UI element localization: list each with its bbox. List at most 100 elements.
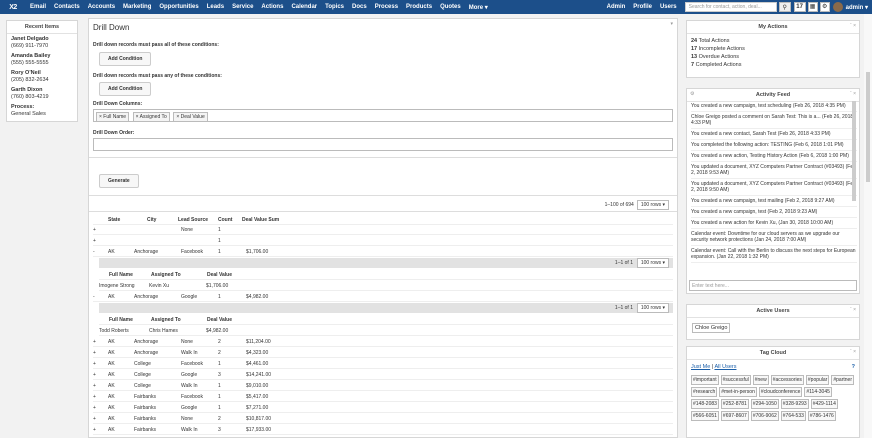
nav-item-quotes[interactable]: Quotes xyxy=(440,4,461,10)
tag-chip[interactable]: #new xyxy=(752,375,769,385)
nav-item-contacts[interactable]: Contacts xyxy=(54,4,80,10)
recent-item[interactable]: Amanda Bailey (555) 555-5555 xyxy=(7,51,77,68)
table-row[interactable]: + AK Anchorage Walk In 2 $4,323.00 xyxy=(93,348,673,358)
minimize-close-icon[interactable]: ˉ × xyxy=(850,349,856,355)
tag-chip[interactable]: #566-6051 xyxy=(691,411,719,421)
order-field[interactable] xyxy=(93,138,673,151)
table-row[interactable]: - AK Anchorage Google 1 $4,982.00 xyxy=(93,292,673,302)
global-search-input[interactable]: Search for contact, action, deal... xyxy=(684,2,777,12)
header-lead-source[interactable]: Lead Source xyxy=(178,217,208,223)
action-stat[interactable]: 13 Overdue Actions xyxy=(691,53,855,61)
tag-chip[interactable]: #met-in-person xyxy=(719,387,757,397)
subtable-rows-select[interactable]: 100 rows ▾ xyxy=(636,258,669,268)
nav-item-accounts[interactable]: Accounts xyxy=(88,4,115,10)
tag-chip[interactable]: #cloudconference xyxy=(758,387,803,397)
nav-item-process[interactable]: Process xyxy=(375,4,398,10)
expand-toggle[interactable]: - xyxy=(93,294,95,300)
feed-input[interactable]: Enter text here... xyxy=(689,280,857,291)
add-condition-any-button[interactable]: Add Condition xyxy=(99,82,152,96)
page-scrollbar[interactable] xyxy=(864,14,872,438)
tag-chip[interactable]: #328-9293 xyxy=(780,399,809,409)
nav-item-topics[interactable]: Topics xyxy=(325,4,344,10)
x2-logo[interactable]: X2 xyxy=(0,0,26,14)
minimize-close-icon[interactable]: ˉ × xyxy=(850,91,856,97)
recent-item[interactable]: Janet Delgado (669) 911-7970 xyxy=(7,34,77,51)
tag-chip[interactable]: #697-8607 xyxy=(720,411,749,421)
expand-toggle[interactable]: - xyxy=(93,249,95,255)
table-row[interactable]: - AK Anchorage Facebook 1 $1,706.00 xyxy=(93,247,673,257)
admin-link[interactable]: Admin xyxy=(607,4,626,10)
header-city[interactable]: City xyxy=(147,217,156,223)
scrollbar[interactable] xyxy=(852,101,856,201)
nav-item-actions[interactable]: Actions xyxy=(261,4,283,10)
panel-menu-icon[interactable]: ▾ xyxy=(670,21,673,27)
tag-chip[interactable]: #popular xyxy=(805,375,830,385)
active-user-chip[interactable]: Chloe Greigo xyxy=(692,323,731,333)
minimize-close-icon[interactable]: ˉ × xyxy=(850,23,856,29)
profile-link[interactable]: Profile xyxy=(633,4,652,10)
nav-item-more[interactable]: More ▾ xyxy=(469,4,488,11)
gear-icon[interactable]: ⚙ xyxy=(819,2,830,12)
expand-toggle[interactable]: + xyxy=(93,238,96,244)
rows-per-page-select[interactable]: 100 rows ▾ xyxy=(636,200,669,210)
header-deal-value-sum[interactable]: Deal Value Sum xyxy=(242,217,279,223)
just-me-link[interactable]: Just Me xyxy=(691,364,710,370)
subtable-rows-select[interactable]: 100 rows ▾ xyxy=(636,303,669,313)
tag-chip[interactable]: #research xyxy=(691,387,718,397)
expand-toggle[interactable]: + xyxy=(93,394,96,400)
avatar[interactable] xyxy=(832,2,843,12)
action-stat[interactable]: 7 Completed Actions xyxy=(691,61,855,69)
recent-item[interactable]: Process: General Sales xyxy=(7,102,77,119)
table-row[interactable]: +1 xyxy=(93,236,673,246)
tag-chip[interactable]: #429-1114 xyxy=(810,399,838,409)
subtable-header-cell[interactable]: Full Name xyxy=(109,272,133,278)
help-icon[interactable]: ? xyxy=(852,364,855,370)
tag-chip[interactable]: #114-3045 xyxy=(804,387,832,397)
users-link[interactable]: Users xyxy=(660,4,677,10)
nav-item-products[interactable]: Products xyxy=(406,4,432,10)
table-row[interactable]: + AK College Walk In 1 $9,010.00 xyxy=(93,381,673,391)
expand-toggle[interactable]: + xyxy=(93,227,96,233)
nav-item-leads[interactable]: Leads xyxy=(207,4,224,10)
calendar-icon[interactable]: ▦ xyxy=(807,2,818,12)
subtable-header-cell[interactable]: Assigned To xyxy=(151,272,181,278)
nav-item-docs[interactable]: Docs xyxy=(352,4,367,10)
tag-chip[interactable]: #294-1050 xyxy=(750,399,779,409)
all-users-link[interactable]: All Users xyxy=(714,364,736,370)
tag-chip[interactable]: #706-9062 xyxy=(750,411,779,421)
table-row[interactable]: + AK College Google 3 $14,241.00 xyxy=(93,370,673,380)
table-row[interactable]: + AK Anchorage None 2 $11,204.00 xyxy=(93,337,673,347)
tag-chip[interactable]: #148-2083 xyxy=(691,399,719,409)
nav-item-opportunities[interactable]: Opportunities xyxy=(159,4,198,10)
table-row[interactable]: + None 1 xyxy=(93,225,673,235)
column-chip-deal-value[interactable]: × Deal Value xyxy=(173,112,208,122)
notification-count[interactable]: 17 xyxy=(793,2,806,12)
expand-toggle[interactable]: + xyxy=(93,427,96,433)
subtable-header-cell[interactable]: Assigned To xyxy=(151,317,181,323)
subtable-row[interactable]: Todd Roberts Chris Hames $4,982.00 xyxy=(99,326,673,336)
recent-item[interactable]: Rory O'Neil (205) 832-2634 xyxy=(7,68,77,85)
subtable-header-cell[interactable]: Deal Value xyxy=(207,317,232,323)
recent-item[interactable]: Garth Dixon (760) 803-4219 xyxy=(7,85,77,102)
column-chip-full-name[interactable]: × Full Name xyxy=(96,112,130,122)
subtable-header-cell[interactable]: Deal Value xyxy=(207,272,232,278)
expand-toggle[interactable]: + xyxy=(93,372,96,378)
tag-chip[interactable]: #important xyxy=(691,375,719,385)
subtable-row[interactable]: Imogene Strong Kevin Xu $1,706.00 xyxy=(99,281,673,291)
table-row[interactable]: + AK Fairbanks Facebook 1 $5,417.00 xyxy=(93,392,673,402)
header-state[interactable]: State xyxy=(108,217,120,223)
action-stat[interactable]: 17 Incomplete Actions xyxy=(691,45,855,53)
subtable-header-cell[interactable]: Full Name xyxy=(109,317,133,323)
tag-chip[interactable]: #786-1476 xyxy=(807,411,836,421)
nav-item-marketing[interactable]: Marketing xyxy=(123,4,151,10)
nav-item-email[interactable]: Email xyxy=(30,4,46,10)
action-stat[interactable]: 24 Total Actions xyxy=(691,37,855,45)
nav-item-service[interactable]: Service xyxy=(232,4,253,10)
table-row[interactable]: + AK Fairbanks Google 1 $7,271.00 xyxy=(93,403,673,413)
table-row[interactable]: + AK Fairbanks None 2 $10,817.00 xyxy=(93,414,673,424)
table-row[interactable]: + AK College Facebook 1 $4,461.00 xyxy=(93,359,673,369)
search-icon[interactable]: ⚲ xyxy=(778,2,791,12)
table-row[interactable]: + AK Fairbanks Walk In 3 $17,933.00 xyxy=(93,425,673,435)
generate-button[interactable]: Generate xyxy=(99,174,139,188)
tag-chip[interactable]: #252-8781 xyxy=(720,399,749,409)
